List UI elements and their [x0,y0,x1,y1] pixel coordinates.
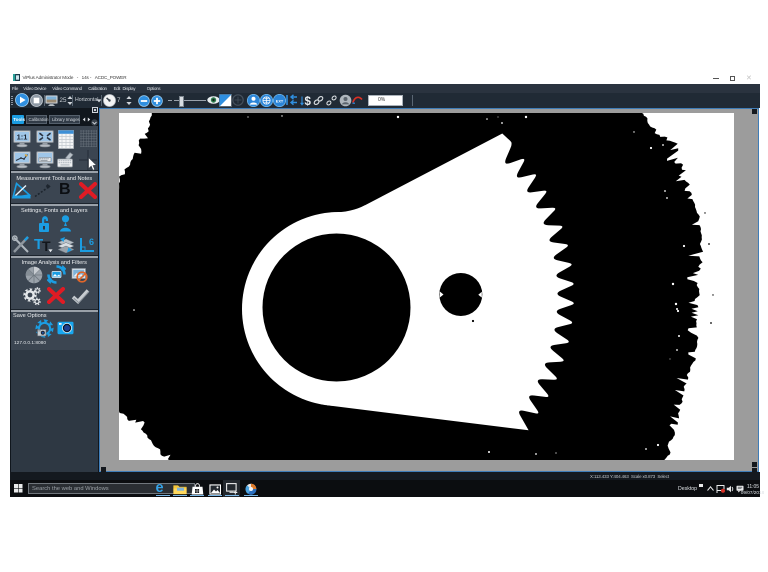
svg-text:1:1: 1:1 [17,132,28,141]
svg-text:6: 6 [89,237,94,247]
svg-text:$: $ [305,96,312,107]
svg-text:EXT: EXT [276,99,284,103]
